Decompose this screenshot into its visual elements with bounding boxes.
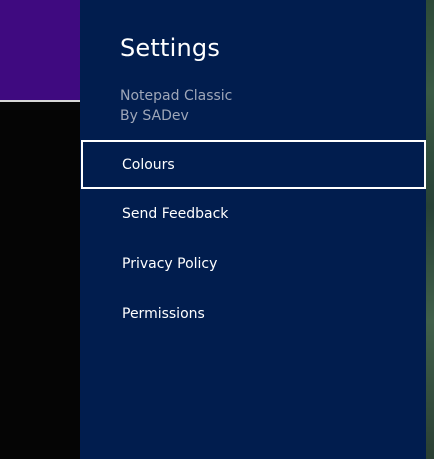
settings-item-label: Privacy Policy (122, 256, 218, 272)
app-publisher: By SADev (120, 108, 189, 124)
wallpaper-edge (426, 0, 434, 459)
pane-title: Settings (120, 34, 221, 62)
settings-pane: Settings Notepad Classic By SADev Colour… (80, 0, 426, 459)
background-app-header (0, 0, 80, 102)
app-info: Notepad Classic By SADev (120, 86, 232, 126)
settings-item-send-feedback[interactable]: Send Feedback (80, 189, 426, 239)
screen: Settings Notepad Classic By SADev Colour… (0, 0, 434, 459)
background-app (0, 0, 80, 459)
settings-item-privacy-policy[interactable]: Privacy Policy (80, 239, 426, 289)
settings-item-permissions[interactable]: Permissions (80, 289, 426, 339)
settings-item-label: Permissions (122, 306, 205, 322)
settings-item-label: Colours (122, 156, 175, 173)
settings-item-label: Send Feedback (122, 206, 229, 222)
app-name: Notepad Classic (120, 88, 233, 104)
settings-menu: Colours Send Feedback Privacy Policy Per… (80, 140, 426, 339)
settings-item-colours[interactable]: Colours (81, 140, 426, 189)
